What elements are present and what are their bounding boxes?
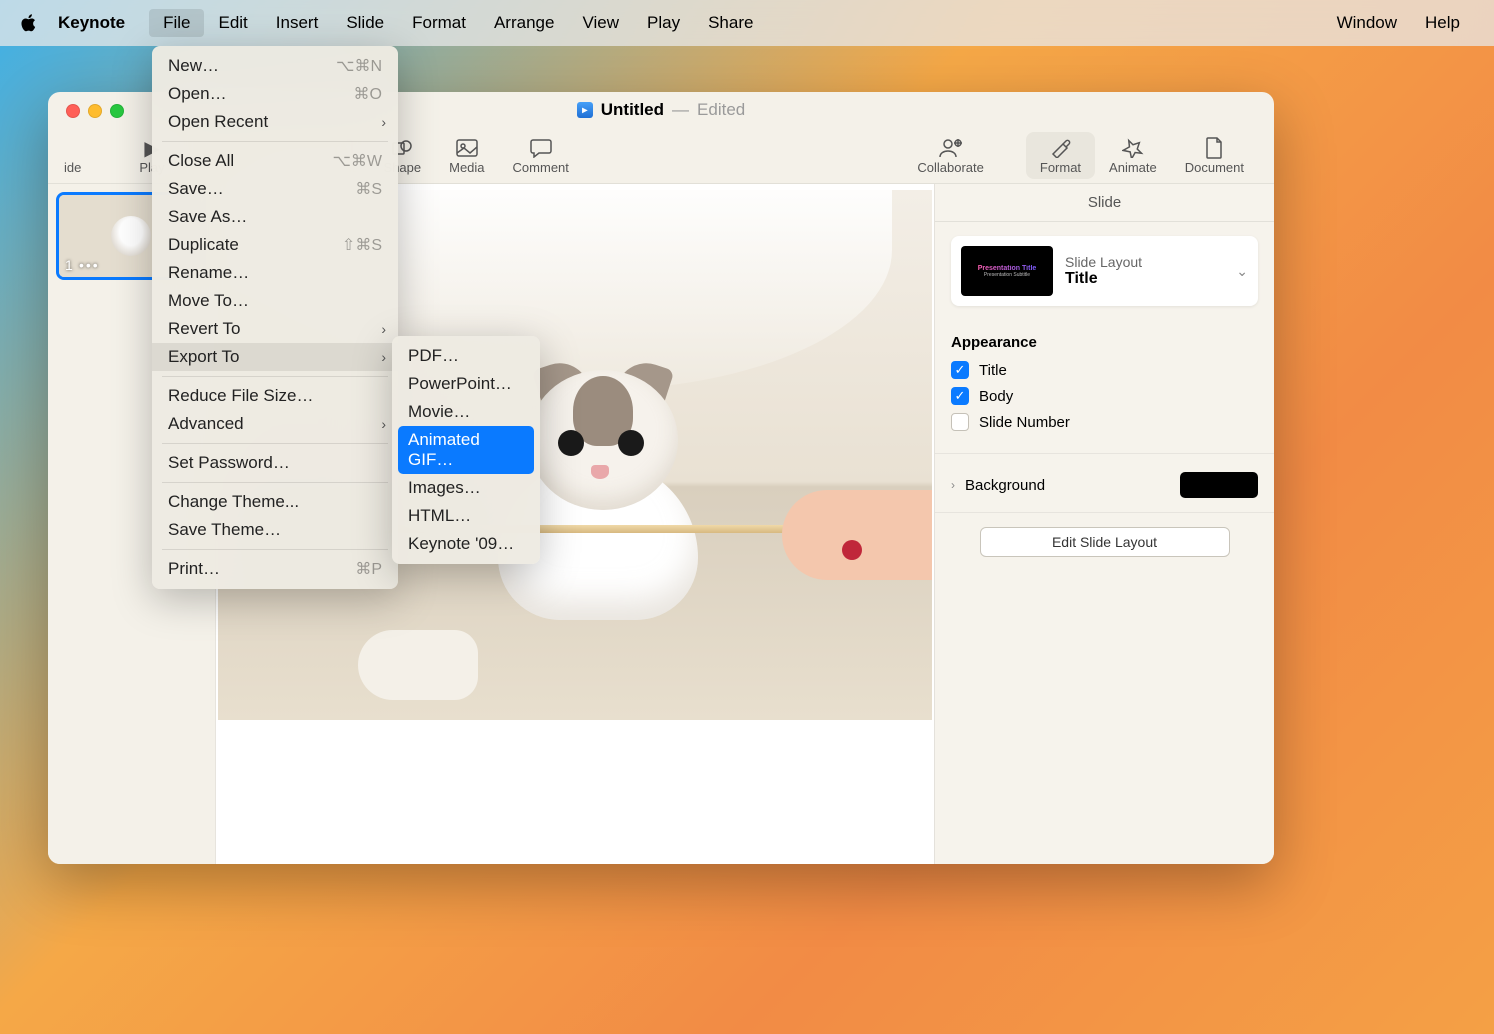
file-menu-close-all[interactable]: Close All⌥⌘W (152, 147, 398, 175)
toolbar-document-label: Document (1185, 160, 1244, 175)
animate-icon (1122, 136, 1144, 160)
export-images[interactable]: Images… (392, 474, 540, 502)
comment-icon (530, 136, 552, 160)
doc-separator: — (672, 100, 689, 120)
edit-slide-layout-button[interactable]: Edit Slide Layout (980, 527, 1230, 557)
thumb-options-icon: ••• (79, 257, 100, 273)
chevron-right-icon: › (381, 321, 386, 337)
toolbar-comment[interactable]: Comment (499, 136, 583, 175)
file-menu-print[interactable]: Print…⌘P (152, 555, 398, 583)
toolbar-addslide-clipped[interactable]: ide (64, 136, 95, 175)
file-menu-reduce-file-size[interactable]: Reduce File Size… (152, 382, 398, 410)
file-menu-open[interactable]: Open…⌘O (152, 80, 398, 108)
appearance-header: Appearance (951, 334, 1258, 351)
app-name[interactable]: Keynote (58, 13, 125, 33)
toolbar-collaborate[interactable]: Collaborate (903, 136, 998, 175)
menu-arrange[interactable]: Arrange (480, 9, 568, 37)
layout-value: Title (1065, 270, 1224, 288)
toolbar-comment-label: Comment (513, 160, 569, 175)
checkbox-slidenum-label: Slide Number (979, 414, 1070, 431)
file-menu-save-theme[interactable]: Save Theme… (152, 516, 398, 544)
menu-slide[interactable]: Slide (332, 9, 398, 37)
toolbar-document[interactable]: Document (1171, 136, 1258, 175)
file-menu-change-theme[interactable]: Change Theme... (152, 488, 398, 516)
file-menu-export-to[interactable]: Export To› (152, 343, 398, 371)
file-menu-set-password[interactable]: Set Password… (152, 449, 398, 477)
file-menu-advanced[interactable]: Advanced› (152, 410, 398, 438)
appearance-section: Appearance ✓ Title ✓ Body Slide Number (935, 320, 1274, 454)
checkbox-slidenum[interactable] (951, 413, 969, 431)
background-color-well[interactable] (1180, 472, 1258, 498)
file-menu-save-as[interactable]: Save As… (152, 203, 398, 231)
document-icon (1205, 136, 1223, 160)
format-inspector: Slide Presentation Title Presentation Su… (934, 184, 1274, 864)
system-menubar: Keynote File Edit Insert Slide Format Ar… (0, 0, 1494, 46)
menu-help[interactable]: Help (1411, 9, 1474, 37)
export-pdf[interactable]: PDF… (392, 342, 540, 370)
background-label: Background (965, 477, 1045, 494)
apple-menu-icon[interactable] (20, 14, 38, 32)
toolbar-format[interactable]: Format (1026, 132, 1095, 179)
chevron-right-icon: › (381, 416, 386, 432)
file-menu-revert-to[interactable]: Revert To› (152, 315, 398, 343)
toolbar-addslide-label: ide (64, 160, 81, 175)
checkbox-title-row[interactable]: ✓ Title (951, 361, 1258, 379)
checkbox-slidenum-row[interactable]: Slide Number (951, 413, 1258, 431)
file-menu-dropdown: New…⌥⌘NOpen…⌘OOpen Recent›Close All⌥⌘WSa… (152, 46, 398, 589)
menu-share[interactable]: Share (694, 9, 767, 37)
export-html[interactable]: HTML… (392, 502, 540, 530)
slide-layout-picker[interactable]: Presentation Title Presentation Subtitle… (951, 236, 1258, 306)
toolbar-media[interactable]: Media (435, 136, 498, 175)
checkbox-body-row[interactable]: ✓ Body (951, 387, 1258, 405)
checkbox-body[interactable]: ✓ (951, 387, 969, 405)
menu-format[interactable]: Format (398, 9, 480, 37)
checkbox-title[interactable]: ✓ (951, 361, 969, 379)
chevron-right-icon: › (381, 114, 386, 130)
collaborate-icon (938, 136, 964, 160)
file-menu-open-recent[interactable]: Open Recent› (152, 108, 398, 136)
export-powerpoint[interactable]: PowerPoint… (392, 370, 540, 398)
export-to-submenu: PDF…PowerPoint…Movie…Animated GIF…Images… (392, 336, 540, 564)
chevron-down-icon: ⌄ (1236, 263, 1248, 280)
doc-status: Edited (697, 100, 745, 120)
file-menu-duplicate[interactable]: Duplicate⇧⌘S (152, 231, 398, 259)
toolbar-collab-label: Collaborate (917, 160, 984, 175)
menu-play[interactable]: Play (633, 9, 694, 37)
toolbar-animate[interactable]: Animate (1095, 136, 1171, 175)
menu-insert[interactable]: Insert (262, 9, 333, 37)
file-menu-save[interactable]: Save…⌘S (152, 175, 398, 203)
disclosure-triangle-icon[interactable]: › (951, 478, 955, 492)
file-menu-new[interactable]: New…⌥⌘N (152, 52, 398, 80)
checkbox-body-label: Body (979, 388, 1013, 405)
export-keynote-09[interactable]: Keynote '09… (392, 530, 540, 558)
menu-view[interactable]: View (568, 9, 633, 37)
menu-file[interactable]: File (149, 9, 204, 37)
chevron-right-icon: › (381, 349, 386, 365)
checkbox-title-label: Title (979, 362, 1007, 379)
menu-window[interactable]: Window (1323, 9, 1411, 37)
background-section: › Background (935, 454, 1274, 513)
file-menu-rename[interactable]: Rename… (152, 259, 398, 287)
layout-label: Slide Layout (1065, 254, 1224, 270)
toolbar-media-label: Media (449, 160, 484, 175)
doc-title-text: Untitled (601, 100, 664, 120)
media-icon (456, 136, 478, 160)
export-animated-gif[interactable]: Animated GIF… (398, 426, 534, 474)
file-menu-move-to[interactable]: Move To… (152, 287, 398, 315)
export-movie[interactable]: Movie… (392, 398, 540, 426)
inspector-tab-slide[interactable]: Slide (935, 184, 1274, 222)
slide-number: 1 (65, 257, 73, 273)
layout-thumbnail: Presentation Title Presentation Subtitle (961, 246, 1053, 296)
toolbar-animate-label: Animate (1109, 160, 1157, 175)
format-icon (1049, 136, 1071, 160)
keynote-doc-icon: ▸ (577, 102, 593, 118)
toolbar-format-label: Format (1040, 160, 1081, 175)
menu-edit[interactable]: Edit (204, 9, 261, 37)
